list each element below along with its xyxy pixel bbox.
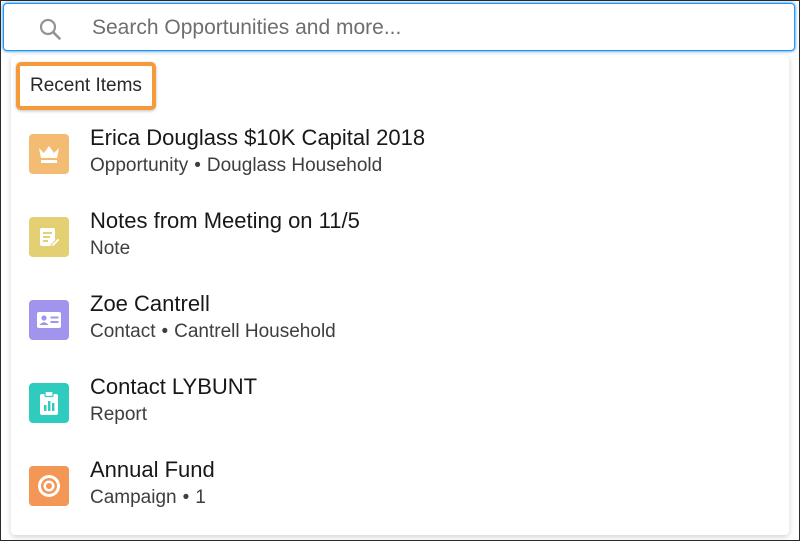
recent-item-type: Report xyxy=(90,404,148,425)
recent-item-title: Annual Fund xyxy=(90,457,215,482)
recent-item-type: Contact xyxy=(90,321,156,342)
recent-item-title: Erica Douglass $10K Capital 2018 xyxy=(90,125,426,150)
recent-item-subtitle: Campaign • 1 xyxy=(90,487,206,509)
recent-item-detail: Douglass Household xyxy=(206,155,383,176)
recent-item-type: Note xyxy=(90,238,131,259)
recent-item-title: Zoe Cantrell xyxy=(90,291,210,316)
recent-item-note[interactable]: Notes from Meeting on 11/5 Note xyxy=(11,204,789,282)
recent-items-header: Recent Items xyxy=(16,62,156,110)
search-dropdown-screen: Contacts Campaigns Reports Solicitation … xyxy=(0,0,800,541)
recent-item-type: Campaign xyxy=(90,487,177,508)
contact-card-icon xyxy=(29,300,69,340)
recent-item-campaign[interactable]: Annual Fund Campaign • 1 xyxy=(11,453,789,531)
target-icon xyxy=(29,466,69,506)
recent-item-contact[interactable]: Zoe Cantrell Contact • Cantrell Household xyxy=(11,287,789,365)
global-search-bar[interactable] xyxy=(3,3,795,51)
search-input[interactable] xyxy=(90,10,774,46)
search-results-dropdown: Recent Items Erica Douglass $10K Capital… xyxy=(11,55,789,535)
recent-item-detail: Cantrell Household xyxy=(174,321,336,342)
subtitle-separator: • xyxy=(161,321,169,342)
subtitle-separator: • xyxy=(194,155,201,176)
recent-item-type: Opportunity xyxy=(90,155,189,176)
recent-item-subtitle: Contact • Cantrell Household xyxy=(90,321,336,343)
recent-item-title: Notes from Meeting on 11/5 xyxy=(90,208,360,233)
recent-item-subtitle: Opportunity • Douglass Household xyxy=(90,155,382,177)
recent-item-title: Contact LYBUNT xyxy=(90,374,258,399)
search-icon xyxy=(39,18,61,40)
note-icon xyxy=(29,217,69,257)
recent-items-label: Recent Items xyxy=(30,75,142,96)
recent-item-subtitle: Note xyxy=(90,238,130,260)
recent-item-subtitle: Report xyxy=(90,404,147,426)
report-icon xyxy=(29,383,69,423)
recent-item-detail: 1 xyxy=(195,487,206,508)
recent-item-opportunity[interactable]: Erica Douglass $10K Capital 2018 Opportu… xyxy=(11,121,789,199)
recent-item-report[interactable]: Contact LYBUNT Report xyxy=(11,370,789,448)
subtitle-separator: • xyxy=(182,487,190,508)
crown-icon xyxy=(29,134,69,174)
